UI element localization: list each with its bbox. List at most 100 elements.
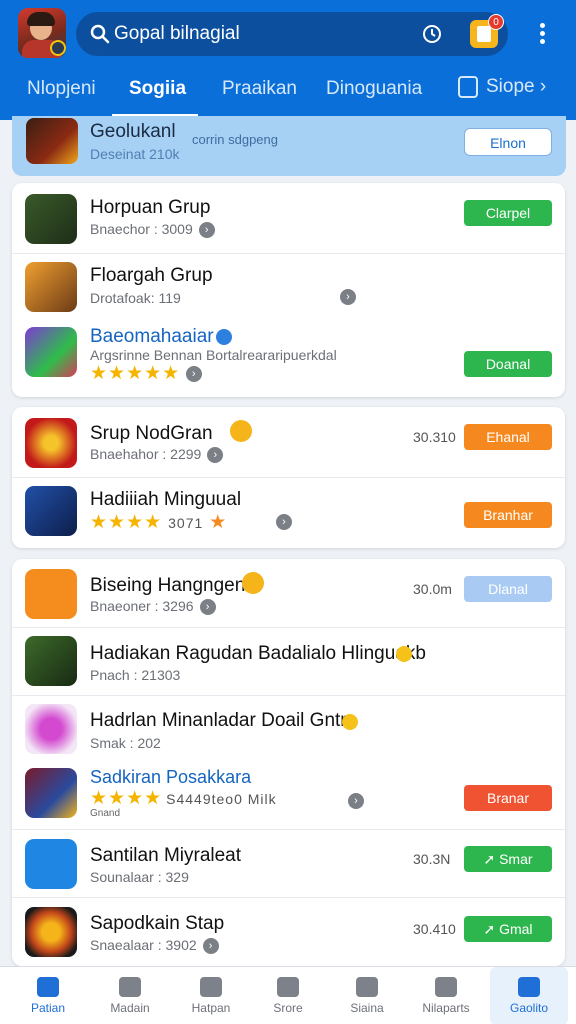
info-icon: ›: [207, 447, 224, 464]
search-input[interactable]: Gopal bilnagial: [114, 23, 240, 45]
clock-icon[interactable]: [420, 22, 444, 46]
speech-icon: [356, 977, 378, 997]
tab-praaikan[interactable]: Praaikan: [222, 78, 297, 100]
list-item[interactable]: Srup NodGran Bnaehahor : 2299 › 30.310 Eh…: [12, 407, 565, 477]
list-item[interactable]: Sapodkain Stap Snaealaar : 3902 › 30.410 …: [12, 897, 565, 966]
emoji-icon: [342, 714, 358, 730]
list-item[interactable]: Baeomahaaiar Argsrinne Bennan Bortalrear…: [12, 323, 565, 397]
home-icon: [37, 977, 59, 997]
list-item[interactable]: Santilan Miyraleat Sounalaar : 329 30.3N…: [12, 829, 565, 897]
house-icon: [119, 977, 141, 997]
app-icon: [25, 569, 77, 619]
emoji-icon: [396, 646, 412, 662]
install-button[interactable]: Doanal: [464, 351, 552, 377]
app-title: Biseing Hangngen: [90, 575, 246, 596]
featured-title: Geolukanl: [90, 121, 176, 142]
app-subtitle: Bnaechor : 3009 ›: [90, 221, 215, 239]
store-icon: [277, 977, 299, 997]
app-subtitle: Argsrinne Bennan Bortalreararipuerkdal: [90, 347, 337, 363]
tab-siope[interactable]: Siope ›: [458, 76, 546, 98]
app-title: Hadiakan Ragudan Badalialo Hlinguakb: [90, 643, 426, 664]
gift-icon: [435, 977, 457, 997]
tab-sogiia[interactable]: Sogiia: [129, 78, 186, 100]
app-list-card: Srup NodGran Bnaehahor : 2299 › 30.310 Eh…: [12, 407, 565, 548]
info-icon[interactable]: ›: [348, 793, 364, 809]
app-subtitle: Pnach : 21303: [90, 667, 181, 683]
app-subtitle: Gnand: [90, 808, 121, 819]
nav-srore[interactable]: Srore: [249, 967, 327, 1024]
featured-item[interactable]: Geolukanl corrin sdgpeng Deseinat 210k E…: [12, 116, 566, 176]
list-item[interactable]: Hadiakan Ragudan Badalialo Hlinguakb Pna…: [12, 627, 565, 695]
notification-button[interactable]: 0: [470, 14, 504, 48]
app-subtitle: Bnaeoner : 3296 ›: [90, 598, 216, 616]
bottom-navigation: Patian Madain Hatpan Srore Siaina Nilapa…: [0, 966, 576, 1024]
nav-patian[interactable]: Patian: [9, 967, 87, 1024]
app-icon: [25, 768, 77, 818]
emoji-icon: [242, 572, 264, 594]
search-bar[interactable]: Gopal bilnagial: [76, 12, 508, 56]
list-item[interactable]: Floargah Grup Drotafoak: 119 ›: [12, 253, 565, 323]
list-item[interactable]: Horpuan Grup Bnaechor : 3009 › Clarpel: [12, 183, 565, 253]
list-item[interactable]: Sadkiran Posakkara ★★★★ S4449teo0 Milk Gn…: [12, 763, 565, 829]
nav-hatpan[interactable]: Hatpan: [172, 967, 250, 1024]
app-icon: [25, 418, 77, 468]
cloud-icon: [518, 977, 540, 997]
app-list-card: Horpuan Grup Bnaechor : 3009 › Clarpel Fl…: [12, 183, 565, 397]
info-icon: ›: [198, 222, 215, 239]
install-button[interactable]: Branar: [464, 785, 552, 811]
install-button[interactable]: ➚ Smar: [464, 846, 552, 872]
app-size: 30.0m: [413, 581, 452, 597]
more-menu-icon[interactable]: [530, 20, 554, 48]
app-subtitle: Bnaehahor : 2299 ›: [90, 446, 224, 464]
notification-count: 0: [488, 14, 504, 30]
info-icon: ›: [202, 938, 219, 955]
nav-nilaparts[interactable]: Nilaparts: [407, 967, 485, 1024]
app-size: 30.410: [413, 921, 456, 937]
app-title: Sadkiran Posakkara: [90, 767, 252, 787]
featured-thumbnail: [26, 118, 78, 164]
app-title: Baeomahaaiar: [90, 326, 214, 347]
nav-madain[interactable]: Madain: [91, 967, 169, 1024]
rating-stars: ★★★★ S4449teo0 Milk: [90, 788, 277, 809]
featured-tagline: corrin sdgpeng: [192, 132, 278, 147]
app-icon: [25, 486, 77, 536]
install-button[interactable]: Branhar: [464, 502, 552, 528]
install-button[interactable]: Ehanal: [464, 424, 552, 450]
featured-button[interactable]: Elnon: [464, 128, 552, 156]
app-title: Hadiiiah Minguual: [90, 489, 242, 510]
bookmark-icon: [458, 76, 478, 98]
profile-avatar[interactable]: [18, 8, 66, 58]
emoji-icon: [230, 420, 252, 442]
category-tabs: Nlopjeni Sogiia Praaikan Dinoguania Siop…: [0, 70, 576, 117]
list-item[interactable]: Hadiiiah Minguual ★★★★ 3071 ★ › Branhar: [12, 477, 565, 548]
install-button[interactable]: ➚ Gmal: [464, 916, 552, 942]
app-title: Floargah Grup: [90, 265, 213, 286]
info-icon: ›: [186, 365, 203, 382]
app-icon: [25, 262, 77, 312]
featured-subtitle: Deseinat 210k: [90, 146, 180, 162]
app-title: Sapodkain Stap: [90, 913, 225, 934]
app-subtitle: Smak : 202: [90, 735, 161, 751]
app-title: Srup NodGran: [90, 423, 213, 444]
app-header: Gopal bilnagial 0 Nlopjeni Sogiia Praaik…: [0, 0, 576, 120]
app-size: 30.310: [413, 429, 456, 445]
rating-stars: ★★★★★ ›: [90, 362, 203, 385]
app-subtitle: Drotafoak: 119: [90, 290, 181, 306]
app-icon: [25, 327, 77, 377]
info-icon[interactable]: ›: [276, 514, 292, 530]
app-title: Santilan Miyraleat: [90, 845, 242, 866]
nav-gaolito[interactable]: Gaolito: [490, 967, 568, 1024]
app-icon: [25, 907, 77, 957]
nav-siaina[interactable]: Siaina: [328, 967, 406, 1024]
tab-nlopjeni[interactable]: Nlopjeni: [27, 78, 96, 100]
verified-icon: [216, 329, 232, 345]
app-icon: [25, 636, 77, 686]
list-item[interactable]: Hadrlan Minanladar Doail Gntr Smak : 202: [12, 695, 565, 763]
tab-dinoguania[interactable]: Dinoguania: [326, 78, 422, 100]
install-button[interactable]: Dlanal: [464, 576, 552, 602]
info-icon[interactable]: ›: [340, 289, 356, 305]
app-size: 30.3N: [413, 851, 451, 867]
list-item[interactable]: Biseing Hangngen Bnaeoner : 3296 › 30.0m …: [12, 559, 565, 627]
chat-icon: [200, 977, 222, 997]
install-button[interactable]: Clarpel: [464, 200, 552, 226]
